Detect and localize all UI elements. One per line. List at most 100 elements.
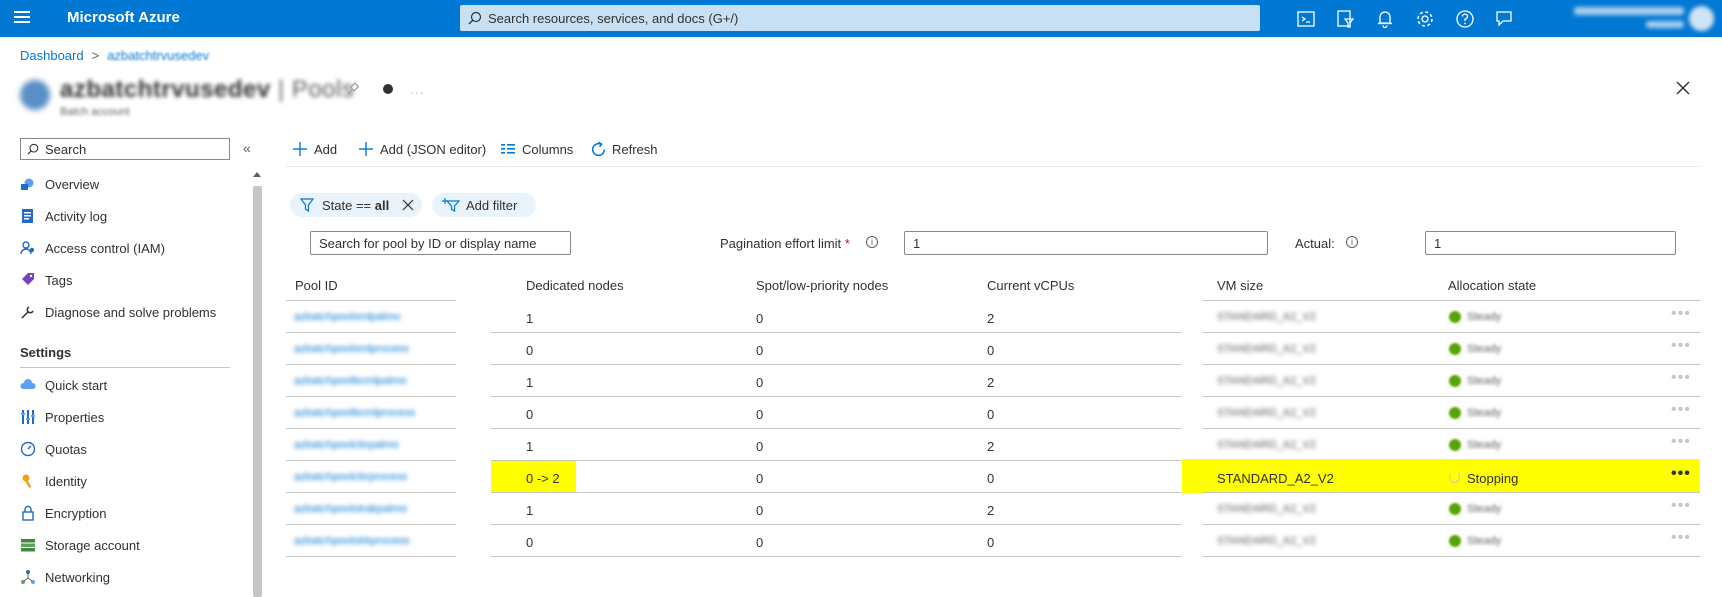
nav-item-activity-log[interactable]: Activity log xyxy=(20,205,235,229)
table-row[interactable]: azbatchpoolsmlpalmo 1 0 2 STANDARD_A2_V2 Stea… xyxy=(286,301,1700,333)
row-more-actions-icon[interactable]: ••• xyxy=(1671,497,1691,515)
pool-id-link[interactable]: azbatchpoolbcmlprocess xyxy=(294,407,415,419)
settings-icon[interactable] xyxy=(1415,9,1435,29)
directory-filter-icon[interactable] xyxy=(1335,9,1355,29)
spot-nodes-value: 0 xyxy=(756,503,764,518)
help-icon[interactable] xyxy=(1455,9,1475,29)
pagination-limit-field[interactable] xyxy=(904,231,1268,255)
nav-item-diagnose[interactable]: Diagnose and solve problems xyxy=(20,301,235,325)
column-header-spot-nodes[interactable]: Spot/low-priority nodes xyxy=(756,278,888,293)
breadcrumb-separator: > xyxy=(91,48,100,63)
nav-item-networking[interactable]: Networking xyxy=(20,566,235,590)
allocation-state-value: Steady xyxy=(1467,407,1502,419)
wrench-icon xyxy=(21,306,34,319)
pool-id-link[interactable]: azbatchpoolcbrprocess xyxy=(294,471,407,483)
pool-id-link[interactable]: azbatchpoolsmlprocess xyxy=(294,343,409,355)
table-row[interactable]: azbatchpoolstrkprocess 0 0 0 STANDARD_A2_V2 S… xyxy=(286,525,1700,557)
column-header-dedicated-nodes[interactable]: Dedicated nodes xyxy=(526,278,624,293)
row-more-actions-icon[interactable]: ••• xyxy=(1671,369,1691,387)
spot-nodes-value: 0 xyxy=(756,311,764,326)
page-name: Pools xyxy=(291,76,355,103)
steady-status-icon xyxy=(1449,407,1461,419)
nav-item-quotas[interactable]: Quotas xyxy=(20,438,235,462)
table-row[interactable]: azbatchpoolstrakpalmo 1 0 2 STANDARD_A2_V2 St… xyxy=(286,493,1700,525)
required-marker: * xyxy=(844,236,850,251)
pool-id-link[interactable]: azbatchpoolstrakpalmo xyxy=(294,503,407,515)
vcpus-value: 0 xyxy=(987,535,995,550)
brand-title[interactable]: Microsoft Azure xyxy=(67,9,180,26)
add-filter-icon xyxy=(442,198,460,212)
scroll-up-arrow-icon[interactable] xyxy=(253,172,261,177)
resource-name: azbatchtrvusedev xyxy=(60,76,271,103)
pool-id-link[interactable]: azbatchpoolsmlpalmo xyxy=(294,311,400,323)
actual-field[interactable] xyxy=(1425,231,1676,255)
spinner-icon xyxy=(1449,472,1460,483)
global-search-input[interactable]: Search resources, services, and docs (G+… xyxy=(460,5,1260,31)
collapse-nav-button[interactable]: « xyxy=(243,140,251,156)
cloud-icon xyxy=(20,379,36,389)
nav-divider xyxy=(20,367,230,368)
nav-item-identity[interactable]: Identity xyxy=(20,470,235,494)
feedback-icon[interactable] xyxy=(1494,9,1514,29)
breadcrumb-batch-account[interactable]: azbatchtrvusedev xyxy=(107,48,209,63)
activity-log-icon xyxy=(22,209,33,223)
row-divider xyxy=(286,556,456,557)
actual-input[interactable] xyxy=(1426,232,1675,254)
row-more-actions-icon[interactable]: ••• xyxy=(1671,337,1691,355)
pool-id-link[interactable]: azbatchpoolcbrpalmo xyxy=(294,439,399,451)
nav-item-overview[interactable]: Overview xyxy=(20,173,235,197)
nav-item-storage-account[interactable]: Storage account xyxy=(20,534,235,558)
column-header-current-vcpus[interactable]: Current vCPUs xyxy=(987,278,1074,293)
nav-item-access-control[interactable]: Access control (IAM) xyxy=(20,237,235,261)
more-actions-icon[interactable]: ··· xyxy=(410,84,424,100)
nav-search-input[interactable] xyxy=(45,141,225,157)
vcpus-value: 2 xyxy=(987,375,995,390)
overview-icon xyxy=(21,178,34,190)
favorite-icon[interactable] xyxy=(383,84,393,94)
close-icon[interactable] xyxy=(1675,80,1691,96)
notifications-icon[interactable] xyxy=(1375,9,1395,29)
pagination-info-icon[interactable]: i xyxy=(866,236,878,248)
table-row[interactable]: azbatchpoolcbrpalmo 1 0 2 STANDARD_A2_V2 Stea… xyxy=(286,429,1700,461)
nav-item-tags[interactable]: Tags xyxy=(20,269,235,293)
column-header-pool-id[interactable]: Pool ID xyxy=(295,278,338,293)
row-more-actions-icon[interactable]: ••• xyxy=(1671,401,1691,419)
dedicated-nodes-value: 1 xyxy=(526,439,534,454)
pool-search-field[interactable] xyxy=(310,231,571,255)
pool-search-input[interactable] xyxy=(311,232,570,254)
hamburger-menu-icon[interactable] xyxy=(14,11,30,25)
search-icon xyxy=(27,143,39,155)
pool-id-link[interactable]: azbatchpoolbcmlpalmo xyxy=(294,375,407,387)
nav-search[interactable] xyxy=(20,138,230,160)
table-row[interactable]: azbatchpoolbcmlpalmo 1 0 2 STANDARD_A2_V2 Ste… xyxy=(286,365,1700,397)
nav-item-properties[interactable]: Properties xyxy=(20,406,235,430)
vm-size-value: STANDARD_A2_V2 xyxy=(1217,439,1316,451)
actual-info-icon[interactable]: i xyxy=(1346,236,1358,248)
network-icon xyxy=(21,570,35,584)
remove-filter-icon[interactable] xyxy=(402,199,414,211)
spot-nodes-value: 0 xyxy=(756,535,764,550)
nav-scrollbar[interactable] xyxy=(253,186,262,597)
cloud-shell-icon[interactable] xyxy=(1296,9,1316,29)
nav-item-encryption[interactable]: Encryption xyxy=(20,502,235,526)
column-header-allocation-state[interactable]: Allocation state xyxy=(1448,278,1536,293)
pagination-limit-input[interactable] xyxy=(905,232,1267,254)
breadcrumb-dashboard[interactable]: Dashboard xyxy=(20,48,84,63)
row-more-actions-icon[interactable]: ••• xyxy=(1671,305,1691,323)
dedicated-nodes-value: 0 -> 2 xyxy=(526,471,560,486)
table-row[interactable]: azbatchpoolsmlprocess 0 0 0 STANDARD_A2_V2 St… xyxy=(286,333,1700,365)
add-filter-button[interactable]: Add filter xyxy=(432,193,536,217)
row-more-actions-icon[interactable]: ••• xyxy=(1671,529,1691,547)
pin-icon[interactable] xyxy=(346,82,360,96)
row-more-actions-icon[interactable]: ••• xyxy=(1671,465,1691,483)
account-directory xyxy=(1646,21,1684,28)
table-row[interactable]: azbatchpoolcbrprocess 0 -> 2 0 0 STANDARD_A2… xyxy=(286,459,1700,493)
row-more-actions-icon[interactable]: ••• xyxy=(1671,433,1691,451)
account-menu[interactable] xyxy=(1541,2,1722,35)
table-row[interactable]: azbatchpoolbcmlprocess 0 0 0 STANDARD_A2_V2 S… xyxy=(286,397,1700,429)
nav-item-quick-start[interactable]: Quick start xyxy=(20,374,235,398)
column-header-vm-size[interactable]: VM size xyxy=(1217,278,1263,293)
pool-id-link[interactable]: azbatchpoolstrkprocess xyxy=(294,535,410,547)
properties-icon xyxy=(21,410,35,424)
state-filter-pill[interactable]: State == all xyxy=(290,193,422,217)
